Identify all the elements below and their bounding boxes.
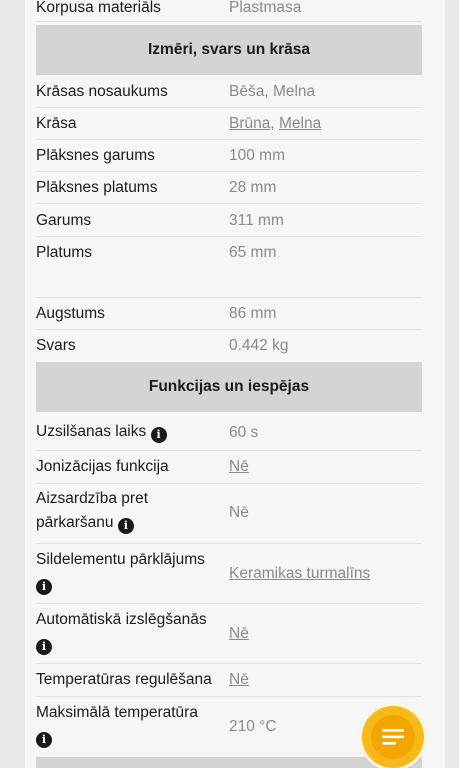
ionization-link[interactable]: Nē [229,458,249,475]
spec-label-text: Maksimālā temperatūra [36,704,198,721]
spec-row-color-name: Krāsas nosaukums Bēša, Melna [36,75,422,108]
coating-link[interactable]: Keramikas turmalīns [229,565,370,582]
spec-label-text: Automātiskā izslēgšanās [36,611,207,628]
spec-label: Aizsardzība pret pārkaršanu i [36,487,221,535]
spec-label: Krāsa [36,115,77,132]
section-header-dimensions: Izmēri, svars un krāsa [36,25,422,75]
temp-control-link[interactable]: Nē [229,671,249,688]
spec-label: Plāksnes garums [36,147,155,164]
spec-label: Garums [36,212,92,229]
spec-value: 65 mm [229,244,277,261]
spec-label: Platums [36,244,92,261]
spec-label: Sildelementu pārklājums i [36,548,226,596]
spec-value: 100 mm [229,147,285,164]
separator: , [270,115,279,132]
spec-value: Nē [229,504,249,521]
spec-value: 210 °C [229,718,277,735]
section-header-functions: Funkcijas un iespējas [36,362,422,412]
spec-value: 0.442 kg [229,337,289,354]
spec-row-heatup-time: Uzsilšanas laiks i 60 s [36,412,422,451]
spec-row-plate-width: Plāksnes platums 28 mm [36,172,422,204]
info-icon[interactable]: i [36,639,52,655]
spec-value: 311 mm [229,212,284,229]
spec-label: Temperatūras regulēšana [36,671,212,688]
spec-value-links: Brūna, Melna [229,112,321,135]
spec-row-heating-coating: Sildelementu pārklājums i Keramikas turma… [36,544,422,604]
spec-row-temperature-control: Temperatūras regulēšana Nē [36,664,422,697]
info-icon[interactable]: i [36,579,52,595]
spec-row-width: Platums 65 mm [36,237,422,297]
spec-value: Bēša, Melna [229,83,316,100]
info-icon[interactable]: i [36,732,52,748]
spec-value: 86 mm [229,305,277,322]
spec-label-line1: Aizsardzība pret [36,490,148,507]
spec-label: Korpusa materiāls [36,0,161,16]
spec-row-color: Krāsa Brūna, Melna [36,108,422,140]
spec-row-housing-material: Korpusa materiāls Plastmasa [36,0,422,22]
spec-label: Jonizācijas funkcija [36,458,169,475]
spec-label: Uzsilšanas laiks i [36,420,236,443]
spec-row-length: Garums 311 mm [36,204,422,237]
color-link-brown[interactable]: Brūna [229,115,270,132]
spec-row-height: Augstums 86 mm [36,297,422,330]
spec-label: Svars [36,337,76,354]
spec-value: 60 s [229,424,259,441]
info-icon[interactable]: i [150,427,167,443]
spec-label: Krāsas nosaukums [36,83,168,100]
chat-icon [371,715,415,759]
spec-row-auto-off: Automātiskā izslēgšanās i Nē [36,604,422,664]
chat-lines-icon [382,729,404,745]
spec-value: Plastmasa [229,0,302,16]
spec-label-text: Sildelementu pārklājums [36,551,205,568]
spec-row-weight: Svars 0.442 kg [36,330,422,362]
spec-row-plate-length: Plāksnes garums 100 mm [36,140,422,172]
spec-label: Maksimālā temperatūra i [36,701,226,749]
info-icon[interactable]: i [117,518,134,534]
spec-value: 28 mm [229,179,277,196]
spec-label: Augstums [36,305,105,322]
spec-label: Plāksnes platums [36,179,158,196]
auto-off-link[interactable]: Nē [229,625,249,642]
spec-label-text: Uzsilšanas laiks [36,423,147,440]
spec-label-line2: pārkaršanu [36,514,114,531]
chat-button[interactable] [362,706,424,768]
spec-row-ionization: Jonizācijas funkcija Nē [36,451,422,484]
next-section-header [36,757,422,768]
spec-label: Automātiskā izslēgšanās i [36,608,226,656]
spec-row-overheat-protection: Aizsardzība pret pārkaršanu i Nē [36,484,422,544]
color-link-black[interactable]: Melna [279,115,321,132]
